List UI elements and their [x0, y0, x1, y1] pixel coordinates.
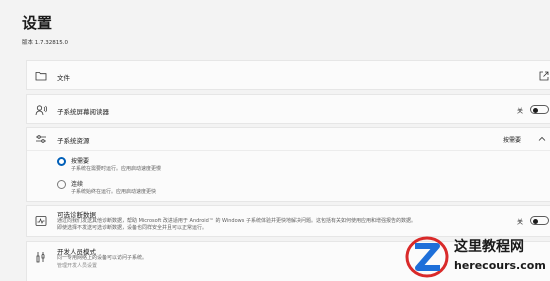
screen-reader-card: 子系统屏幕阅读器 关 [26, 94, 550, 124]
radio-on-demand[interactable] [57, 157, 66, 166]
folder-icon [35, 70, 47, 82]
radio-continuous-label[interactable]: 连续 [71, 179, 83, 188]
diagnostics-toggle[interactable] [530, 216, 549, 225]
screen-reader-label: 子系统屏幕阅读器 [57, 108, 109, 116]
radio-continuous-description: 子系统始终在运行。应用启动速度更快 [71, 189, 157, 195]
screen-reader-toggle[interactable] [530, 105, 549, 114]
watermark: 这里教程网 herecours.com [402, 232, 550, 281]
developer-tools-icon [35, 251, 47, 263]
z-logo-icon [404, 234, 450, 280]
diagnostics-description: 通过向我们发送其他诊断数据，帮助 Microsoft 改进适用于 Android… [57, 218, 416, 224]
resources-card: 子系统资源 按需要 按需要 子系统在需要时运行。应用启动速度更慢 连续 子系统始… [26, 127, 550, 202]
open-external-icon[interactable] [538, 70, 550, 82]
screen-reader-icon [35, 104, 47, 116]
version-label: 版本 1.7.32815.0 [22, 40, 68, 46]
screen-reader-status: 关 [517, 108, 524, 115]
diagnostics-status: 关 [517, 219, 524, 226]
radio-on-demand-description: 子系统在需要时运行。应用启动速度更慢 [71, 166, 162, 172]
watermark-text: 这里教程网 [454, 239, 524, 255]
chevron-up-icon[interactable] [536, 133, 548, 145]
developer-settings-link[interactable]: 管理开发人员设置 [57, 263, 97, 270]
resources-header[interactable]: 子系统资源 按需要 [27, 128, 550, 150]
page-title: 设置 [22, 14, 53, 32]
radio-on-demand-label[interactable]: 按需要 [71, 156, 89, 165]
sliders-icon [35, 133, 47, 145]
resources-label: 子系统资源 [57, 137, 90, 145]
diagnostics-icon [35, 215, 47, 227]
files-label: 文件 [57, 74, 70, 82]
radio-continuous[interactable] [57, 180, 66, 189]
resources-value: 按需要 [503, 137, 522, 144]
files-card[interactable]: 文件 [26, 60, 550, 90]
developer-description: 同一专用网络上的设备可以访问子系统。 [57, 255, 148, 261]
watermark-url: herecours.com [454, 259, 546, 272]
diagnostics-note: 即使选择不发送可选诊断数据，设备也同样安全并且可以正常运行。 [57, 225, 208, 231]
